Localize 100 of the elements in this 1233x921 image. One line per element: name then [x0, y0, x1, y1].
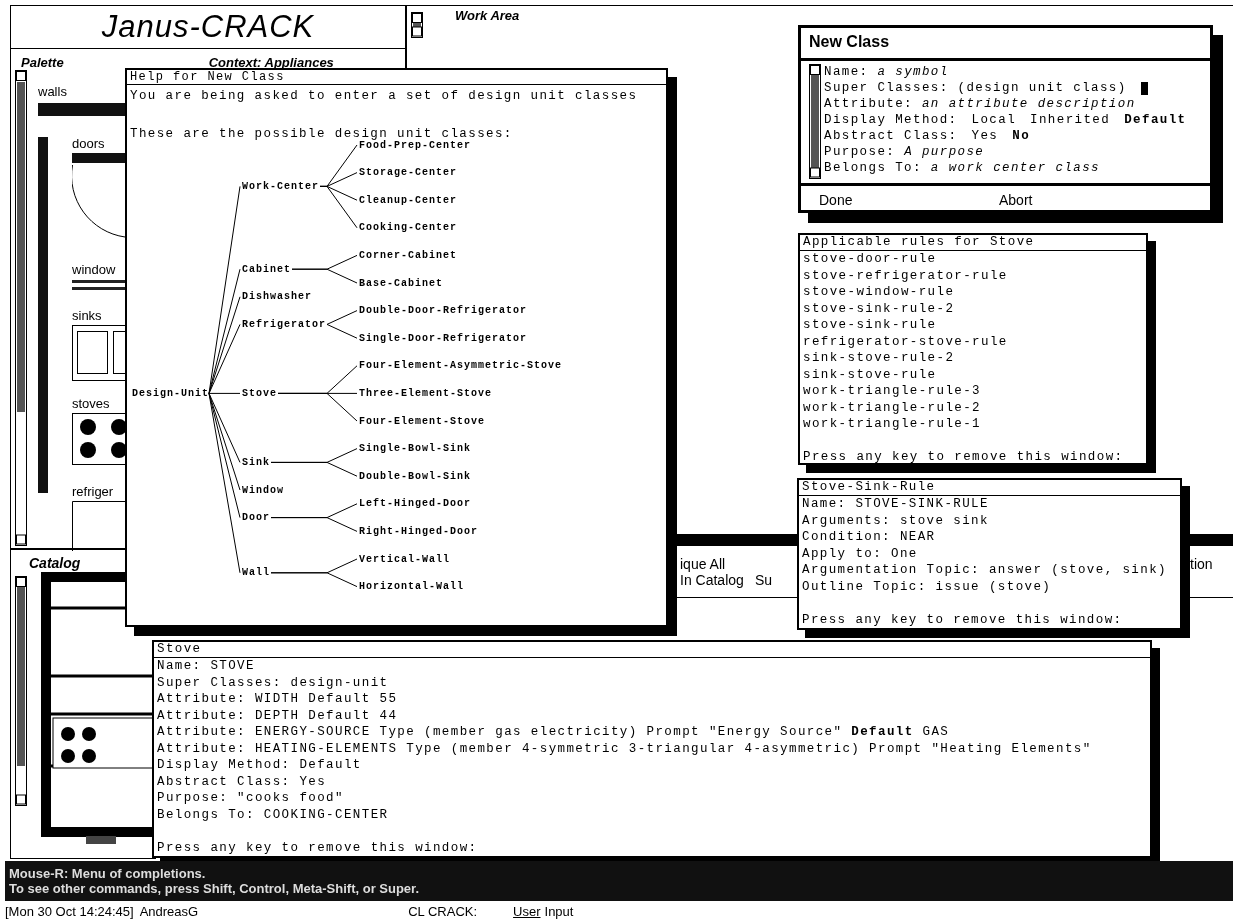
window-title: Applicable rules for Stove: [800, 235, 1146, 251]
prompt-text: Press any key to remove this window:: [156, 839, 479, 856]
palette-label: stoves: [72, 397, 111, 410]
field-label: Display Method:: [824, 112, 958, 128]
rule-item[interactable]: sink-stove-rule: [800, 366, 1146, 383]
window-title: New Class: [801, 28, 1210, 61]
palette-label: sinks: [72, 309, 103, 322]
class-label: Four-Element-Stove: [359, 415, 486, 427]
class-label: Base-Cabinet: [359, 277, 443, 289]
class-label: Door: [242, 512, 270, 524]
class-label: Corner-Cabinet: [359, 250, 457, 262]
property-line: Belongs To: COOKING-CENTER: [156, 806, 390, 823]
class-label: Dishwasher: [242, 291, 312, 303]
rule-item[interactable]: work-triangle-rule-3: [800, 383, 1146, 400]
class-label: Work-Center: [242, 181, 319, 193]
form-field[interactable]: Name: a symbol: [824, 64, 949, 80]
class-label: Refrigerator: [242, 319, 326, 331]
context-label: Context: Appliances: [208, 55, 334, 69]
form-field[interactable]: Purpose: A purpose: [824, 144, 985, 160]
mouse-doc-text: Mouse-R: Menu of completions.: [9, 866, 207, 881]
window-drawing: [72, 279, 125, 291]
rule-item[interactable]: refrigerator-stove-rule: [800, 333, 1146, 350]
class-label: Three-Element-Stove: [359, 388, 493, 400]
choice-option[interactable]: Inherited: [1030, 112, 1111, 128]
prompt-text: Press any key to remove this window:: [802, 449, 1125, 466]
form-field[interactable]: Belongs To: a work center class: [824, 160, 1100, 176]
class-label: Cooking-Center: [359, 222, 457, 234]
class-label: Sink: [242, 457, 270, 469]
status-package: CL CRACK:: [408, 904, 478, 919]
rule-item[interactable]: stove-door-rule: [800, 251, 1146, 268]
property-line: Arguments: stove sink: [801, 512, 990, 529]
property-line: Apply to: One: [801, 545, 919, 562]
menu-command[interactable]: ique All: [680, 556, 726, 572]
class-label: Single-Bowl-Sink: [359, 443, 471, 455]
property-line: Attribute: WIDTH Default 55: [156, 691, 399, 708]
form-field[interactable]: Super Classes: (design unit class): [824, 80, 1127, 96]
choice-option[interactable]: Local: [971, 112, 1017, 128]
class-label: Single-Door-Refrigerator: [359, 332, 528, 344]
window-title: Stove: [154, 642, 1150, 658]
property-line: Attribute: ENERGY-SOURCE Type (member gas electricity) Prompt "Energy Source" Default GAS: [156, 724, 951, 741]
window-title: Help for New Class: [127, 70, 666, 85]
property-line: Condition: NEAR: [801, 529, 937, 546]
rule-item[interactable]: stove-window-rule: [800, 284, 1146, 301]
class-label: Cleanup-Center: [359, 194, 457, 206]
field-label: Abstract Class:: [824, 128, 958, 144]
palette-label: refriger: [72, 485, 115, 498]
class-label: Storage-Center: [359, 167, 457, 179]
class-label: Left-Hinged-Door: [359, 498, 471, 510]
class-label: Four-Element-Asymmetric-Stove: [359, 360, 563, 372]
status-user: AndreasG: [139, 904, 199, 919]
choice-option[interactable]: Yes: [971, 128, 999, 144]
property-line: Abstract Class: Yes: [156, 773, 328, 790]
property-line: Attribute: HEATING-ELEMENTS Type (member 4-symmetric 3-triangular 4-asymmetric) Prompt "Heating Elements": [156, 740, 1093, 757]
connector-line: [291, 268, 358, 284]
palette-label: walls: [38, 85, 67, 98]
menu-command[interactable]: In Catalog: [680, 572, 744, 588]
pane-title: Palette: [21, 55, 64, 69]
pane-title: Catalog: [29, 555, 81, 571]
property-line: Purpose: "cooks food": [156, 790, 345, 807]
menu-command[interactable]: tion: [1190, 556, 1213, 572]
menu-button[interactable]: Abort: [999, 192, 1059, 208]
property-line: Super Classes: design-unit: [156, 674, 390, 691]
property-line: Argumentation Topic: answer (stove, sink): [801, 562, 1168, 579]
property-line: Name: STOVE: [156, 658, 256, 675]
connector-line: [326, 323, 358, 339]
rule-item[interactable]: stove-sink-rule: [800, 317, 1146, 334]
property-line: Outline Topic: issue (stove): [801, 578, 1053, 595]
choice-option[interactable]: No: [1012, 128, 1031, 144]
rule-item[interactable]: stove-sink-rule-2: [800, 300, 1146, 317]
class-label: Wall: [242, 567, 270, 579]
rule-item[interactable]: work-triangle-rule-2: [800, 399, 1146, 416]
pane-title: Work Area: [455, 8, 520, 23]
app-title: Janus-CRACK: [101, 9, 315, 45]
class-label: Cabinet: [242, 263, 291, 275]
class-label: Double-Door-Refrigerator: [359, 305, 528, 317]
menu-command[interactable]: Su: [755, 572, 773, 588]
rule-item[interactable]: sink-stove-rule-2: [800, 350, 1146, 367]
class-label: Window: [242, 484, 284, 496]
palette-label: window: [72, 263, 117, 276]
rule-item[interactable]: stove-refrigerator-rule: [800, 267, 1146, 284]
rule-item[interactable]: work-triangle-rule-1: [800, 416, 1146, 433]
class-label: Food-Prep-Center: [359, 139, 471, 151]
scroll-bar: [411, 12, 423, 38]
help-text: These are the possible design unit classes:: [129, 125, 514, 141]
choice-option[interactable]: Default: [1124, 112, 1187, 128]
form-field[interactable]: Attribute: an attribute description: [824, 96, 1136, 112]
menu-button[interactable]: Done: [819, 192, 879, 208]
status-state: Input: [544, 904, 574, 919]
property-line: Name: STOVE-SINK-RULE: [801, 496, 990, 513]
class-label: Double-Bowl-Sink: [359, 470, 471, 482]
palette-label: doors: [72, 137, 106, 150]
connector-line: [326, 310, 358, 325]
prompt-text: Press any key to remove this window:: [801, 611, 1124, 628]
property-line: Display Method: Default: [156, 757, 363, 774]
status-time: [Mon 30 Oct 14:24:45]: [5, 904, 134, 919]
class-label: Vertical-Wall: [359, 553, 450, 565]
class-label: Horizontal-Wall: [359, 581, 464, 593]
status-mode: User: [513, 904, 541, 919]
help-text: You are being asked to enter a set of design unit classes: [129, 88, 639, 105]
class-label: Stove: [242, 388, 277, 400]
